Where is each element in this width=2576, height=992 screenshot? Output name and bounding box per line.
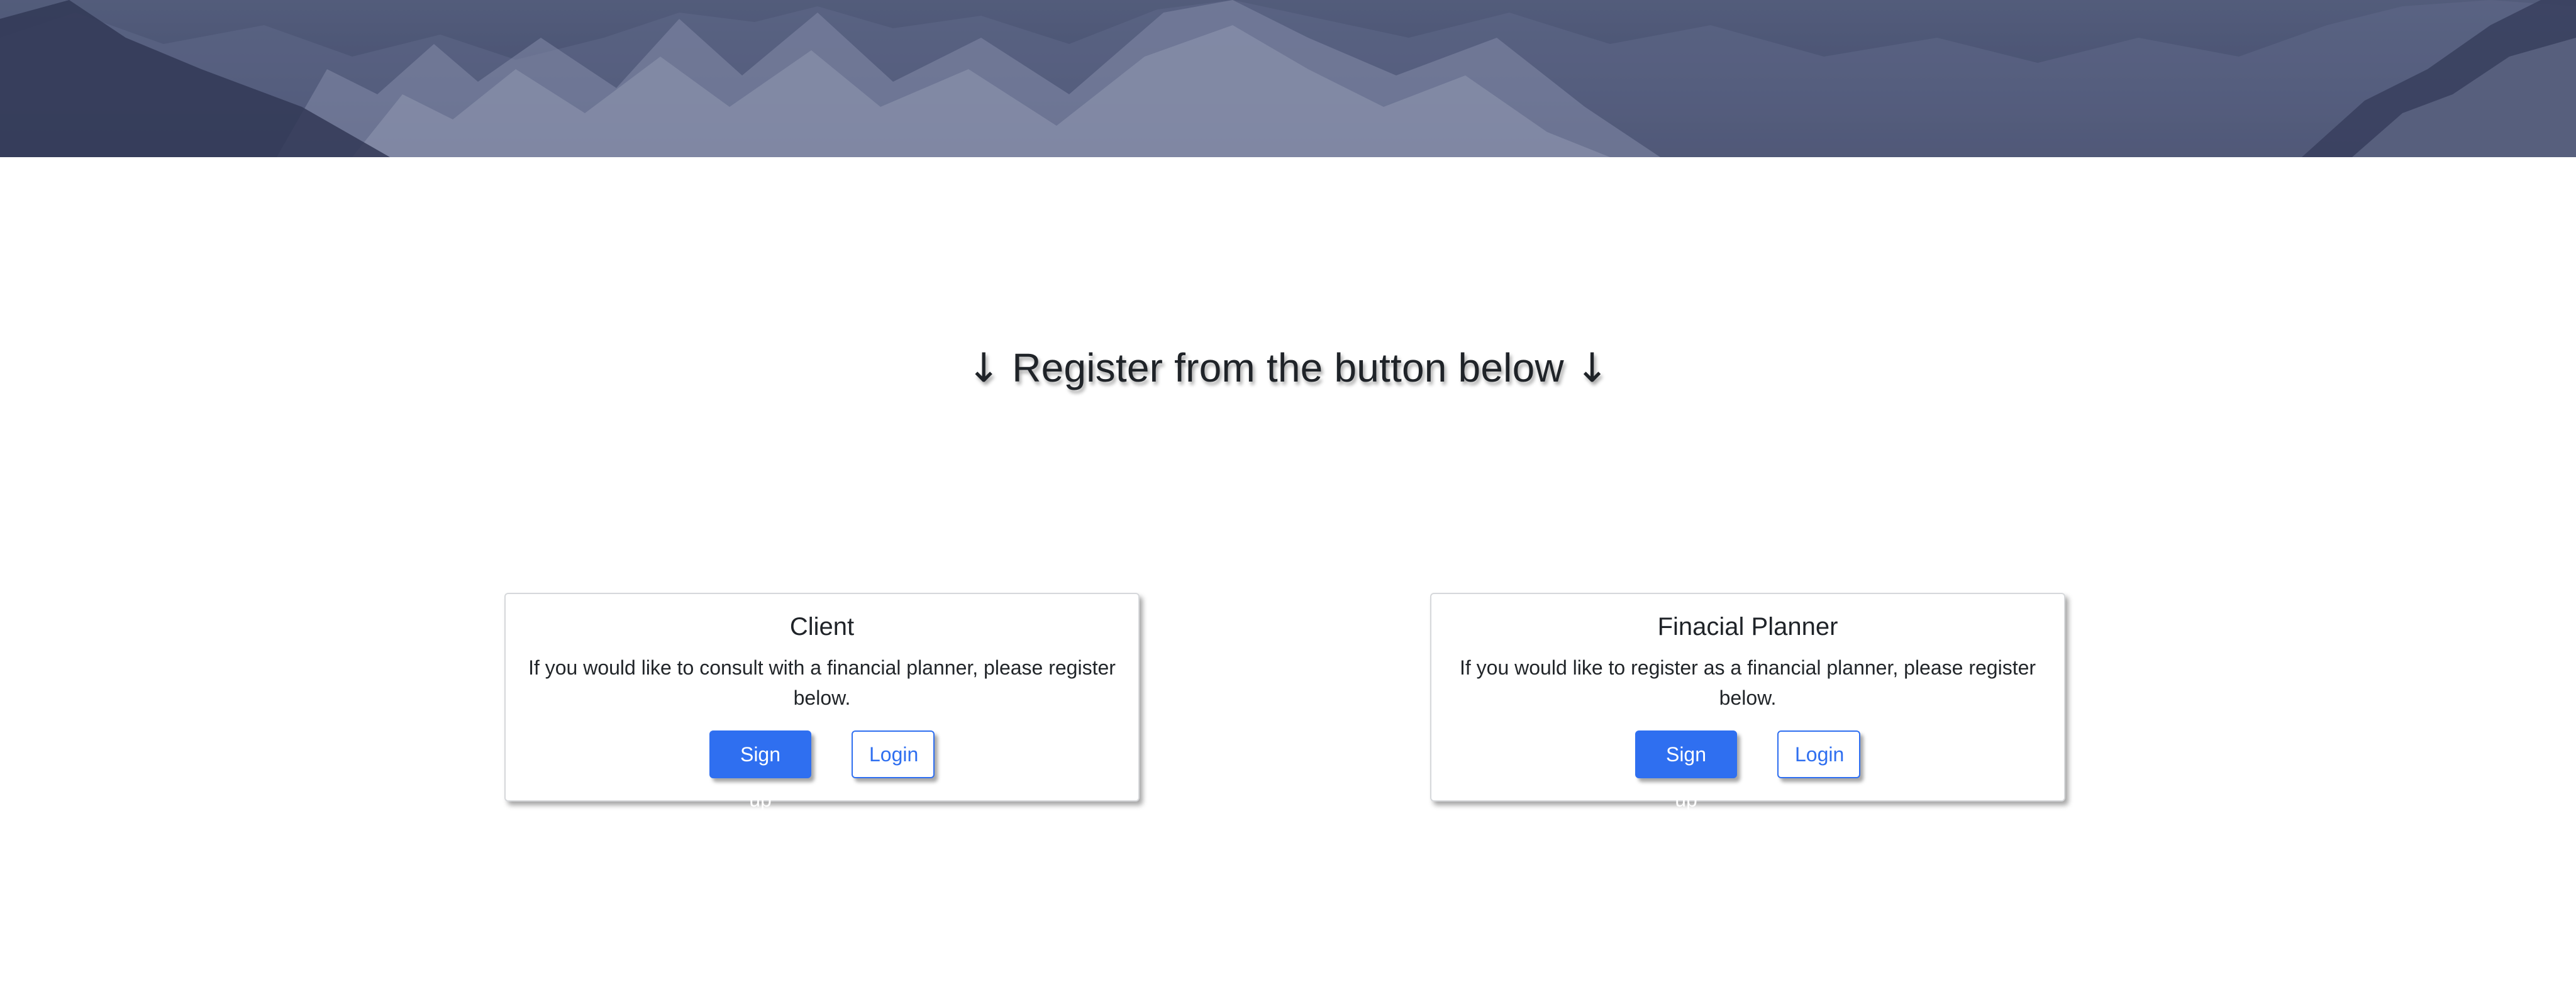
hero-banner xyxy=(0,0,2576,157)
planner-login-button[interactable]: Login xyxy=(1777,730,1860,778)
mountain-image xyxy=(0,0,2576,157)
card-description: If you would like to consult with a fina… xyxy=(528,656,1116,709)
headline-text: Register from the button below xyxy=(1012,345,1564,390)
planner-card: Finacial Planner If you would like to re… xyxy=(1430,593,2065,811)
planner-signup-button[interactable]: Sign up xyxy=(1635,730,1737,811)
page: ↓ Register from the button below ↓ Clien… xyxy=(0,0,2576,992)
card-actions: Sign up Login xyxy=(506,730,1138,811)
client-signup-button[interactable]: Sign up xyxy=(709,730,811,811)
client-login-button[interactable]: Login xyxy=(852,730,935,778)
card-title: Finacial Planner xyxy=(1657,613,1838,641)
register-headline: ↓ Register from the button below ↓ xyxy=(0,344,2576,392)
card-title: Client xyxy=(789,613,855,641)
client-card: Client If you would like to consult with… xyxy=(504,593,1140,811)
card-actions: Sign up Login xyxy=(1431,730,2064,811)
arrow-down-icon: ↓ xyxy=(967,345,1001,392)
arrow-down-icon: ↓ xyxy=(1575,345,1609,392)
card-description: If you would like to register as a finan… xyxy=(1459,656,2036,709)
